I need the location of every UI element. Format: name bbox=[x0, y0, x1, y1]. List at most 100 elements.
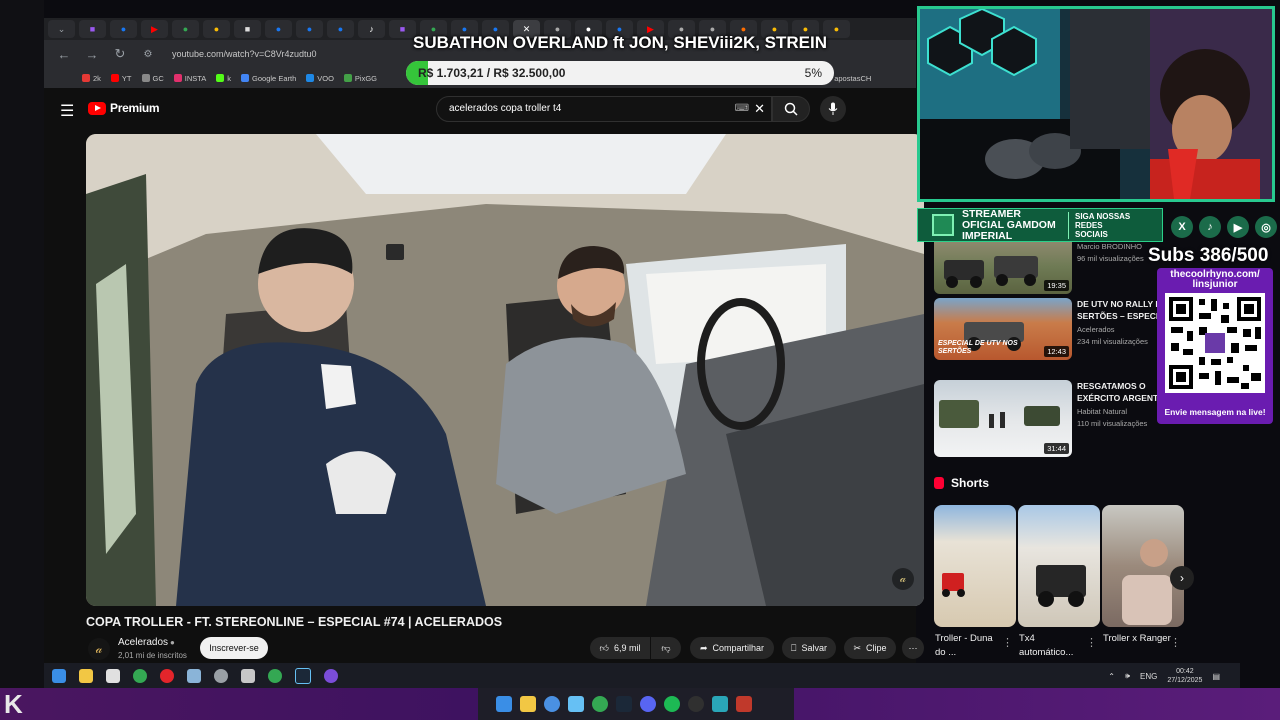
clock-time: 00:42 bbox=[1176, 668, 1194, 675]
video-duration: 31:44 bbox=[1044, 443, 1069, 454]
instagram-icon: ◎ bbox=[1255, 216, 1277, 238]
search-button[interactable] bbox=[772, 96, 810, 122]
short-thumbnail[interactable] bbox=[1102, 505, 1184, 627]
video-channel[interactable]: Acelerados bbox=[1077, 325, 1115, 334]
bookmark[interactable]: GC bbox=[141, 74, 164, 83]
dislike-button[interactable]: 👎︎ bbox=[651, 637, 681, 659]
shorts-heading: Shorts bbox=[934, 476, 989, 490]
system-tray: ⌃ 🕪︎ ENG 00:42 27/12/2025 ▤ bbox=[1108, 663, 1220, 689]
steam-icon[interactable] bbox=[295, 668, 311, 684]
more-actions-button[interactable]: ⋯ bbox=[902, 637, 924, 659]
volume-icon[interactable]: 🕪︎ bbox=[1125, 671, 1130, 681]
app-icon[interactable] bbox=[241, 669, 255, 683]
youtube-play-icon bbox=[88, 101, 106, 115]
save-button[interactable]: ⎕ Salvar bbox=[782, 637, 836, 659]
bookmark[interactable]: VOO bbox=[306, 74, 334, 83]
app-icon[interactable] bbox=[187, 669, 201, 683]
channel-avatar[interactable]: 𝒶 bbox=[88, 638, 110, 660]
video-player[interactable]: 𝒶 bbox=[86, 134, 924, 606]
video-thumbnail[interactable]: 31:44 bbox=[934, 380, 1072, 457]
donation-goal-bar: R$ 1.703,21 / R$ 32.500,00 5% bbox=[406, 61, 834, 85]
like-button[interactable]: 👍︎ 6,9 mil bbox=[590, 637, 650, 659]
thumbnail-text: ESPECIAL DE UTV NOS SERTÕES bbox=[938, 340, 1018, 355]
subscribe-button[interactable]: Inscrever-se bbox=[200, 637, 268, 659]
chrome-icon[interactable] bbox=[592, 696, 608, 712]
clock-date: 27/12/2025 bbox=[1167, 677, 1203, 684]
bookmark[interactable]: PixGG bbox=[343, 74, 377, 83]
video-channel[interactable]: Habitat Natural bbox=[1077, 407, 1127, 416]
app-icon[interactable] bbox=[736, 696, 752, 712]
bookmark[interactable]: Google Earth bbox=[241, 74, 296, 83]
short-thumbnail[interactable] bbox=[1018, 505, 1100, 627]
app-icon[interactable] bbox=[324, 669, 338, 683]
language-indicator[interactable]: ENG bbox=[1140, 672, 1157, 681]
chrome-icon[interactable] bbox=[268, 669, 282, 683]
subs-goal: Subs 386/500 bbox=[1148, 245, 1269, 266]
channel-watermark-icon[interactable]: 𝒶 bbox=[892, 568, 914, 590]
calendar-icon[interactable] bbox=[106, 669, 120, 683]
browser-tab[interactable]: ● bbox=[172, 20, 199, 38]
reload-icon[interactable]: ↻ bbox=[112, 46, 128, 62]
back-icon[interactable]: ← bbox=[56, 47, 72, 62]
chrome-icon[interactable] bbox=[133, 669, 147, 683]
opera-icon[interactable] bbox=[160, 669, 174, 683]
discord-icon[interactable] bbox=[640, 696, 656, 712]
obs-icon[interactable] bbox=[688, 696, 704, 712]
streamer-banner: STREAMER OFICIAL GAMDOM IMPERIAL SIGA NO… bbox=[917, 208, 1163, 242]
clear-search-icon[interactable]: ✕ bbox=[754, 101, 765, 117]
menu-icon[interactable]: ☰ bbox=[60, 101, 74, 121]
keyboard-icon[interactable]: ⌨ bbox=[735, 103, 749, 114]
app-icon[interactable] bbox=[544, 696, 560, 712]
browser-tab[interactable]: ● bbox=[265, 20, 292, 38]
url-text[interactable]: youtube.com/watch?v=C8Vr4zudtu0 bbox=[172, 49, 317, 59]
bookmark[interactable]: YT bbox=[110, 74, 132, 83]
bookmark[interactable]: 2k bbox=[82, 74, 101, 83]
folder-icon[interactable] bbox=[520, 696, 536, 712]
short-menu-icon[interactable]: ⋮ bbox=[1086, 636, 1097, 649]
bookmark[interactable]: INSTA bbox=[173, 74, 206, 83]
browser-tab[interactable]: ■ bbox=[79, 20, 106, 38]
windows-icon[interactable] bbox=[496, 696, 512, 712]
share-icon: ➦ bbox=[699, 642, 708, 653]
app-icon[interactable] bbox=[712, 696, 728, 712]
forward-icon[interactable]: → bbox=[84, 47, 100, 62]
recommended-video[interactable]: ESPECIAL DE UTV NOS SERTÕES 12:43 DE UTV… bbox=[934, 298, 1184, 360]
spotify-icon[interactable] bbox=[664, 696, 680, 712]
site-info-icon[interactable]: ⚙ bbox=[140, 49, 156, 60]
browser-tab[interactable]: ■ bbox=[234, 20, 261, 38]
start-icon[interactable] bbox=[52, 669, 66, 683]
short-menu-icon[interactable]: ⋮ bbox=[1002, 636, 1013, 649]
scissors-icon: ✂ bbox=[853, 642, 862, 653]
tab-list-button[interactable]: ⌄ bbox=[48, 20, 75, 38]
short-title[interactable]: Tx4 automático... bbox=[1019, 632, 1089, 660]
short-title[interactable]: Troller x Ranger bbox=[1103, 632, 1173, 646]
recommended-video[interactable]: 31:44 RESGATAMOS O EXÉRCITO ARGENTINO Ha… bbox=[934, 380, 1184, 457]
clip-button[interactable]: ✂ Clipe bbox=[844, 637, 896, 659]
notification-icon[interactable]: ▤ bbox=[1212, 672, 1220, 681]
browser-tab[interactable]: ● bbox=[203, 20, 230, 38]
video-views: 96 mil visualizações bbox=[1077, 254, 1144, 263]
youtube-logo[interactable]: Premium bbox=[88, 101, 160, 115]
shorts-next-button[interactable]: › bbox=[1170, 566, 1194, 590]
share-button[interactable]: ➦ Compartilhar bbox=[690, 637, 774, 659]
channel-name[interactable]: Acelerados bbox=[118, 637, 168, 648]
chevron-up-icon[interactable]: ⌃ bbox=[1108, 672, 1115, 681]
search-input[interactable]: acelerados copa troller t4 ⌨ ✕ bbox=[436, 96, 772, 122]
short-menu-icon[interactable]: ⋮ bbox=[1170, 636, 1181, 649]
browser-tab[interactable]: ● bbox=[110, 20, 137, 38]
short-title[interactable]: Troller - Duna do ... bbox=[935, 632, 1005, 660]
voice-search-button[interactable] bbox=[820, 96, 846, 122]
thumbs-up-icon: 👍︎ bbox=[599, 642, 609, 653]
file-explorer-icon[interactable] bbox=[79, 669, 93, 683]
short-thumbnail[interactable] bbox=[934, 505, 1016, 627]
video-channel[interactable]: Marcio BRODINHO bbox=[1077, 242, 1142, 251]
steam-icon[interactable] bbox=[568, 696, 584, 712]
video-thumbnail[interactable]: ESPECIAL DE UTV NOS SERTÕES 12:43 bbox=[934, 298, 1072, 360]
qr-code bbox=[1165, 293, 1265, 393]
app-icon[interactable] bbox=[214, 669, 228, 683]
browser-tab[interactable]: ▶ bbox=[141, 20, 168, 38]
qr-code-image bbox=[1169, 297, 1261, 389]
bookmark[interactable]: k bbox=[216, 74, 231, 83]
clock[interactable]: 00:42 27/12/2025 bbox=[1167, 667, 1202, 685]
app-icon[interactable] bbox=[616, 696, 632, 712]
